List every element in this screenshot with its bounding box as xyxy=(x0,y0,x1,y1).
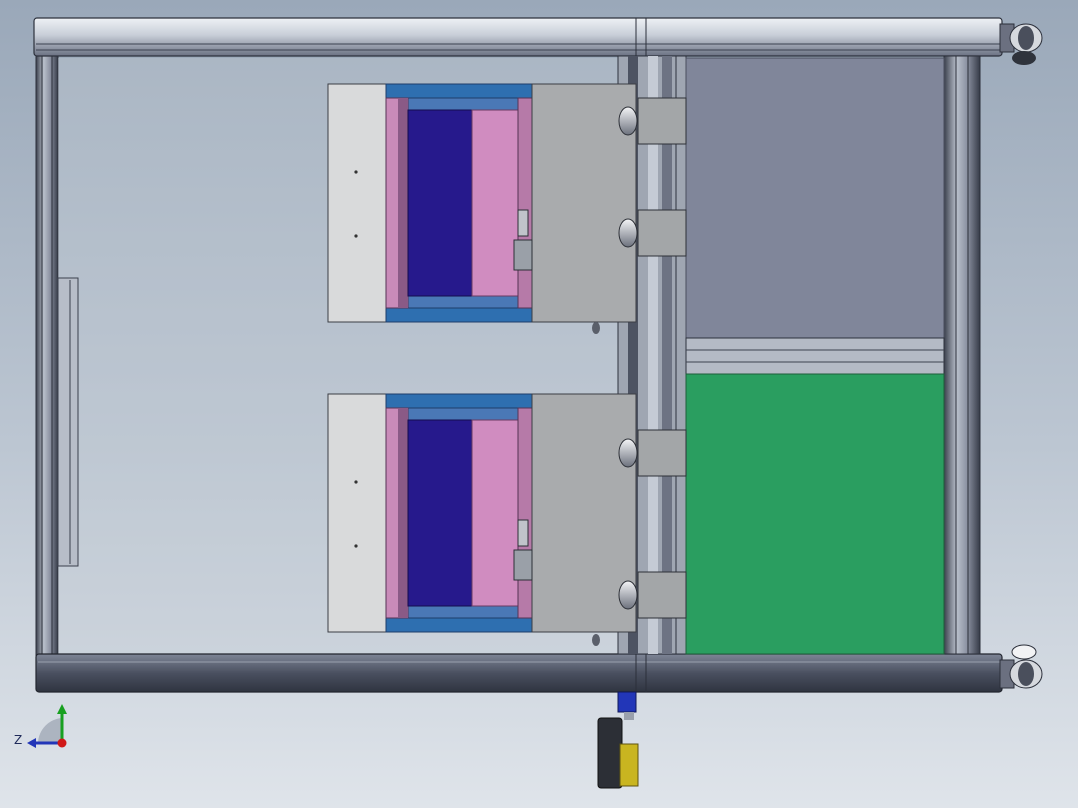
drawer-rail-top xyxy=(385,393,533,409)
tray-pink xyxy=(471,109,519,297)
bolt-head xyxy=(592,322,600,334)
upper-gray-panel[interactable] xyxy=(685,57,945,339)
screw-dot xyxy=(354,170,358,174)
caster-wheel-top[interactable] xyxy=(999,23,1043,65)
drawer-rail-bottom xyxy=(385,307,533,323)
left-frame-post[interactable] xyxy=(35,51,59,665)
screw-dot xyxy=(354,544,358,548)
lower-green-panel[interactable] xyxy=(685,373,945,655)
drawer-front-plate[interactable] xyxy=(327,393,387,633)
bottom-crossbar[interactable] xyxy=(35,653,1003,693)
screw-dot xyxy=(354,480,358,484)
screw-dot xyxy=(354,234,358,238)
right-frame-post[interactable] xyxy=(943,55,981,655)
cad-viewport[interactable]: Z xyxy=(0,0,1078,808)
drawer-rail-top xyxy=(385,83,533,99)
drawer-front-plate[interactable] xyxy=(327,83,387,323)
tray-blue xyxy=(407,419,473,607)
tray-pink xyxy=(471,419,519,607)
drawer-rail-bottom xyxy=(385,617,533,633)
left-side-rail[interactable] xyxy=(57,277,79,567)
latch-bracket[interactable] xyxy=(513,549,533,581)
caster-wheel-bottom[interactable] xyxy=(999,644,1043,689)
drawer-unit-bottom[interactable] xyxy=(327,393,637,646)
tray-blue xyxy=(407,109,473,297)
panel-divider-bar[interactable] xyxy=(685,337,945,375)
drawer-unit-top[interactable] xyxy=(327,83,637,334)
foot-switch[interactable] xyxy=(597,691,639,789)
z-axis-label: Z xyxy=(14,733,22,747)
axis-triad: Z xyxy=(14,704,67,748)
bolt-head xyxy=(592,634,600,646)
x-axis-dot xyxy=(57,738,67,748)
latch-bracket[interactable] xyxy=(513,239,533,271)
